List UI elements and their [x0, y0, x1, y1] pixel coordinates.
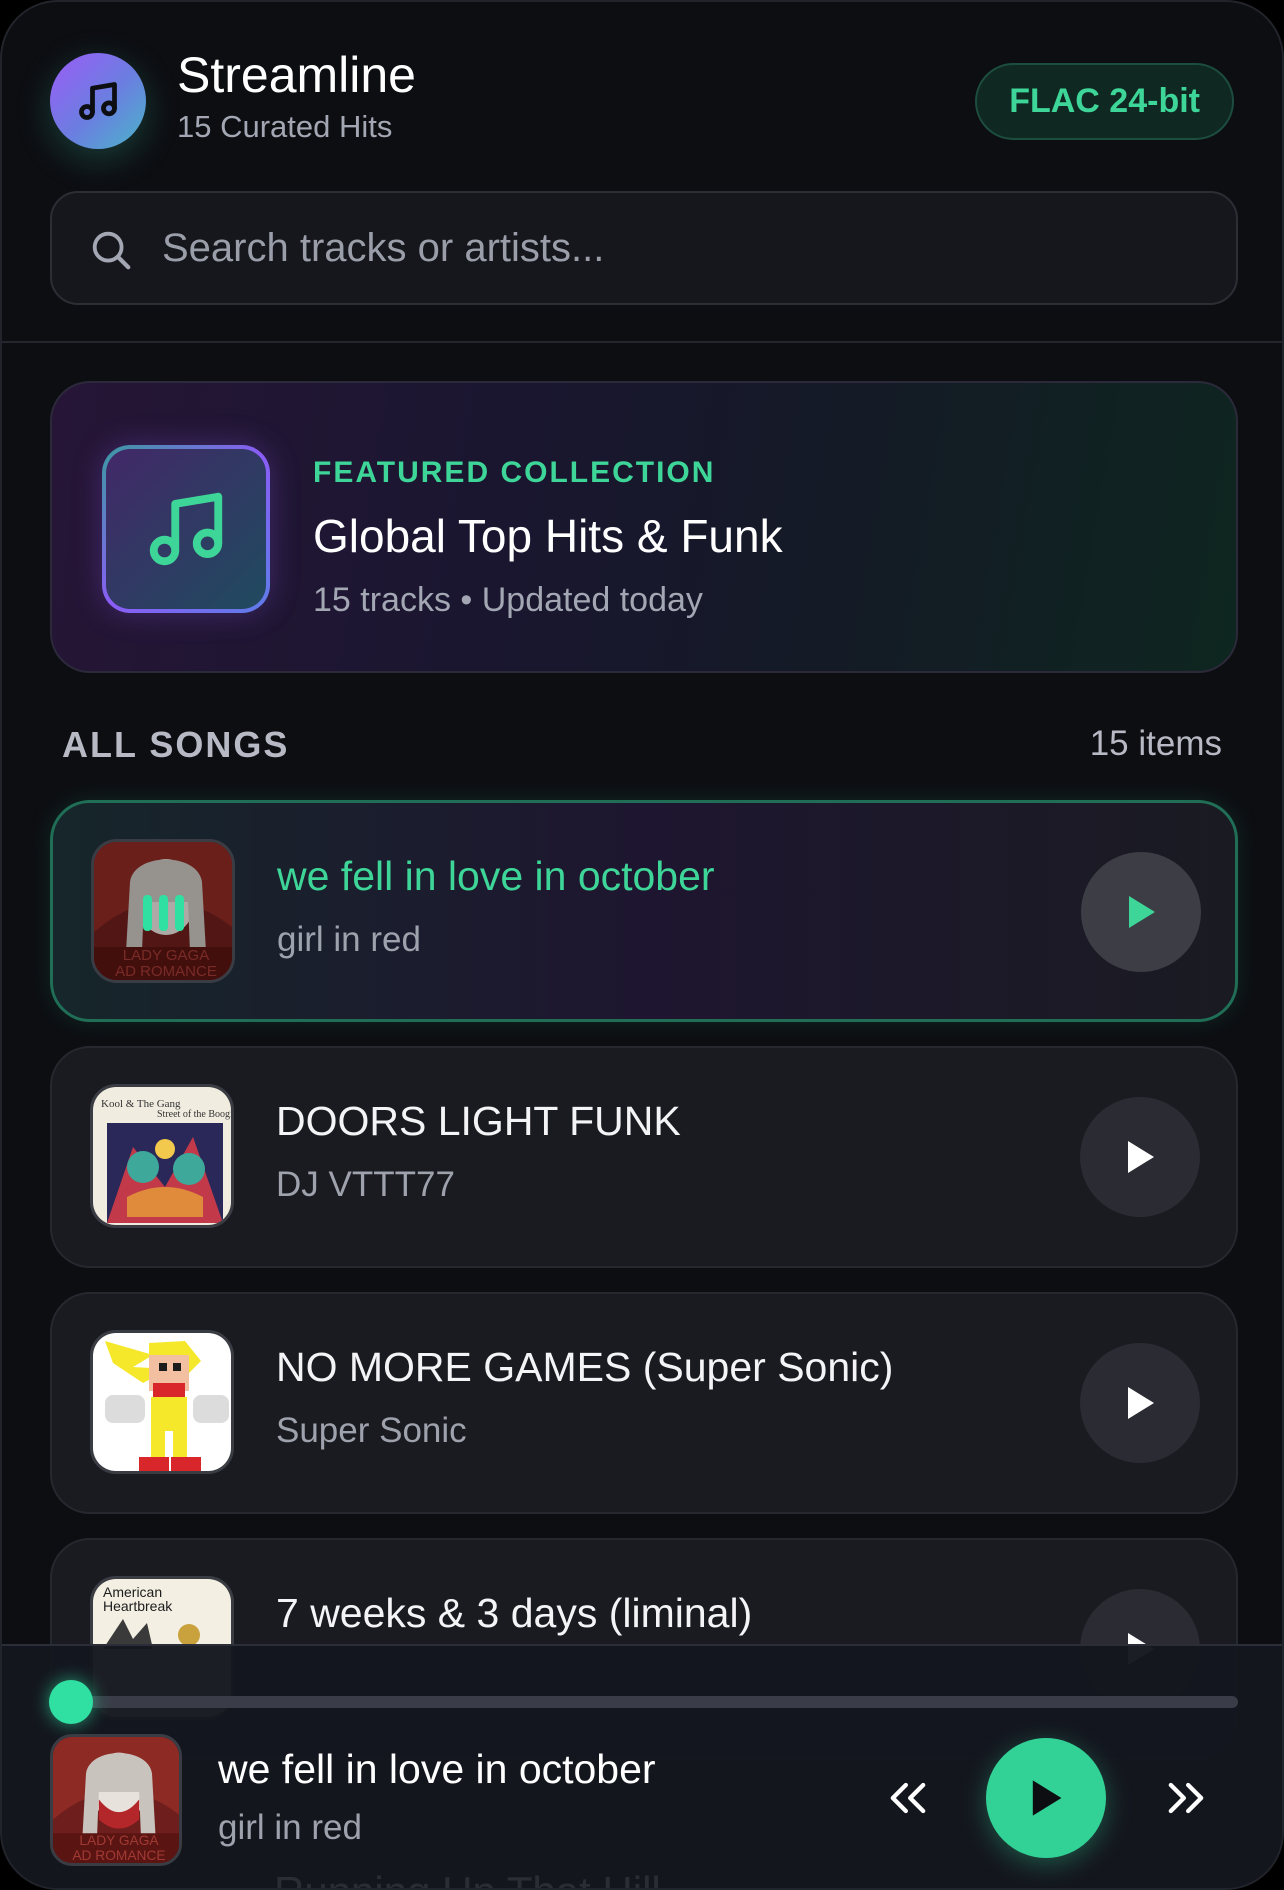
- play-icon: [1128, 1387, 1154, 1419]
- equalizer-overlay: [94, 842, 232, 980]
- previous-icon: [890, 1782, 926, 1814]
- play-icon: [1032, 1780, 1062, 1816]
- previous-button[interactable]: [872, 1762, 944, 1834]
- search-bar[interactable]: [50, 191, 1238, 305]
- equalizer-icon: [143, 895, 184, 931]
- app-screen: Streamline 15 Curated Hits FLAC 24-bit F…: [0, 0, 1284, 1890]
- album-art-image: [93, 1333, 231, 1471]
- section-title: ALL SONGS: [62, 724, 290, 765]
- play-button[interactable]: [1080, 1343, 1200, 1463]
- quality-badge: FLAC 24-bit: [975, 63, 1234, 140]
- play-icon: [1128, 1141, 1154, 1173]
- song-title: DOORS LIGHT FUNK: [276, 1098, 681, 1144]
- app-subtitle: 15 Curated Hits: [177, 109, 393, 144]
- section-count: 15 items: [1089, 724, 1222, 763]
- featured-collection-card[interactable]: FEATURED COLLECTION Global Top Hits & Fu…: [50, 381, 1238, 673]
- music-note-icon: [79, 82, 117, 120]
- album-art-image: LADY GAGA AD ROMANCE: [53, 1737, 179, 1863]
- song-title: 7 weeks & 3 days (liminal): [276, 1590, 753, 1636]
- song-artist: girl in red: [277, 920, 421, 959]
- album-art-image: Kool & The Gang Street of the Boogie: [93, 1087, 234, 1225]
- search-input[interactable]: [162, 193, 1202, 303]
- song-title: NO MORE GAMES (Super Sonic): [276, 1344, 894, 1390]
- main-play-button[interactable]: [986, 1738, 1106, 1858]
- album-art: Kool & The Gang Street of the Boogie: [90, 1084, 234, 1228]
- header-divider: [2, 341, 1282, 343]
- next-button[interactable]: [1150, 1762, 1222, 1834]
- app-logo: [50, 53, 146, 149]
- header: Streamline 15 Curated Hits FLAC 24-bit: [2, 2, 1282, 343]
- now-playing-title: we fell in love in october: [218, 1746, 656, 1792]
- play-button[interactable]: [1080, 1097, 1200, 1217]
- now-playing-art: LADY GAGA AD ROMANCE: [50, 1734, 182, 1866]
- album-art: LADY GAGA AD ROMANCE: [91, 839, 235, 983]
- featured-label: FEATURED COLLECTION: [313, 456, 716, 489]
- song-row-2[interactable]: Kool & The Gang Street of the Boogie DOO…: [50, 1046, 1238, 1268]
- play-icon: [1129, 896, 1155, 928]
- song-artist: DJ VTTT77: [276, 1165, 455, 1204]
- app-title: Streamline: [177, 47, 416, 103]
- featured-meta: 15 tracks • Updated today: [313, 581, 703, 619]
- play-button[interactable]: [1081, 852, 1201, 972]
- song-row-1[interactable]: LADY GAGA AD ROMANCE we fell in love in …: [50, 800, 1238, 1022]
- featured-title: Global Top Hits & Funk: [313, 510, 783, 562]
- now-playing-artist: girl in red: [218, 1808, 362, 1847]
- progress-bar[interactable]: [70, 1696, 1238, 1708]
- next-icon: [1168, 1782, 1204, 1814]
- search-icon: [92, 231, 131, 270]
- cover-text: AD ROMANCE: [72, 1848, 165, 1863]
- song-title: we fell in love in october: [277, 853, 715, 899]
- music-note-icon: [149, 492, 223, 566]
- cover-text: LADY GAGA: [79, 1833, 159, 1848]
- now-playing-bar: Running Up That Hill LADY GAGA AD ROMANC…: [2, 1644, 1282, 1888]
- song-artist: Super Sonic: [276, 1411, 467, 1450]
- cover-text: Street of the Boogie: [157, 1109, 234, 1120]
- progress-thumb[interactable]: [49, 1680, 93, 1724]
- next-song-ghost: Running Up That Hill: [274, 1868, 661, 1888]
- album-art: [90, 1330, 234, 1474]
- cover-text: Heartbreak: [103, 1598, 173, 1614]
- song-row-3[interactable]: NO MORE GAMES (Super Sonic) Super Sonic: [50, 1292, 1238, 1514]
- featured-art: [102, 445, 270, 613]
